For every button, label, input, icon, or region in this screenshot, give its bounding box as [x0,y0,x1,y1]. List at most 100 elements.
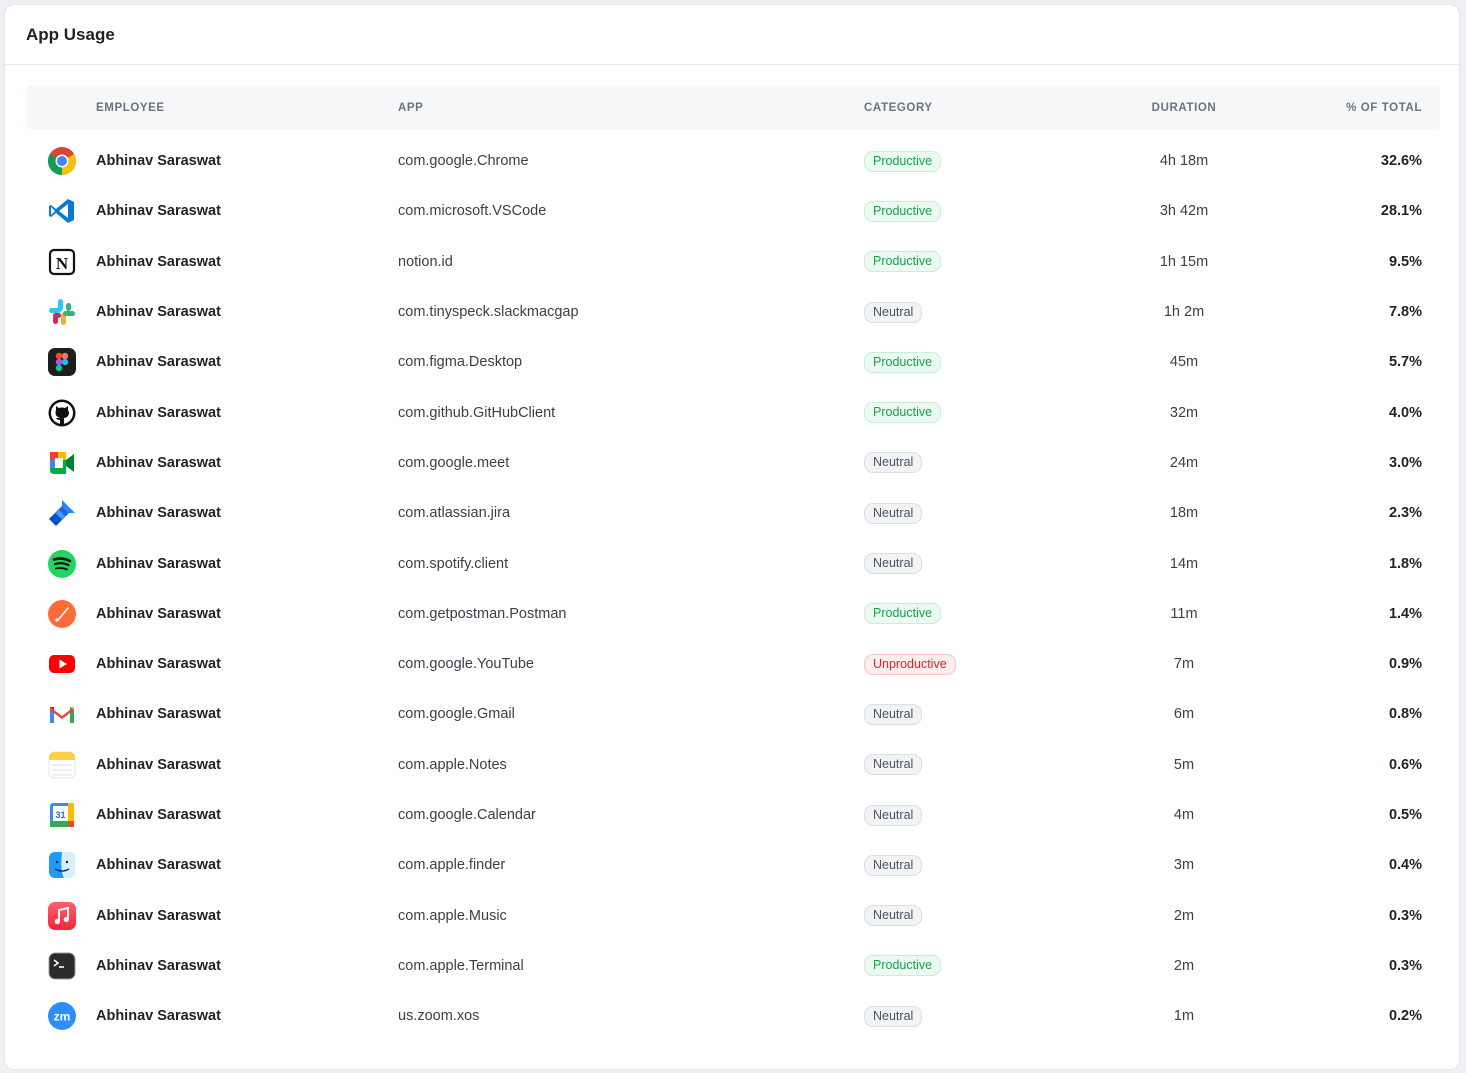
table-row[interactable]: Abhinav Saraswat com.github.GitHubClient… [26,387,1440,437]
pct-of-total: 9.5% [1388,253,1422,270]
gmail-icon [26,699,96,729]
duration: 7m [1173,656,1195,673]
pct-of-total: 1.8% [1388,555,1422,572]
employee-name: Abhinav Saraswat [96,807,221,823]
table-row[interactable]: Abhinav Saraswat com.google.meet Neutral… [26,438,1440,488]
vscode-icon [26,196,96,226]
table-row[interactable]: Abhinav Saraswat com.google.Gmail Neutra… [26,689,1440,739]
duration: 1h 15m [1159,253,1209,270]
app-bundle-id: com.google.Calendar [398,807,536,823]
category-badge: Neutral [864,452,923,474]
app-bundle-id: com.figma.Desktop [398,354,523,371]
duration: 24m [1169,454,1199,471]
table-row[interactable]: Abhinav Saraswat com.google.YouTube Unpr… [26,639,1440,689]
apple-music-icon [26,901,96,931]
spotify-icon [26,549,96,579]
pct-of-total: 0.2% [1388,1008,1422,1025]
employee-name: Abhinav Saraswat [96,203,221,220]
table-row[interactable]: Abhinav Saraswat com.microsoft.VSCode Pr… [26,186,1440,236]
app-bundle-id: com.atlassian.jira [398,505,511,522]
table-body: Abhinav Saraswat com.google.Chrome Produ… [26,129,1440,1041]
header-employee[interactable]: EMPLOYEE [96,102,398,114]
table-row[interactable]: Abhinav Saraswat com.google.Chrome Produ… [26,136,1440,186]
table-row[interactable]: Abhinav Saraswat com.atlassian.jira Neut… [26,488,1440,538]
employee-name: Abhinav Saraswat [96,605,221,622]
category-cell: Neutral [864,553,1084,575]
category-cell: Neutral [864,854,1084,876]
app-bundle-id: com.getpostman.Postman [398,605,567,622]
category-cell: Productive [864,150,1084,172]
category-badge: Productive [864,150,942,172]
app-bundle-id: com.microsoft.VSCode [398,203,547,220]
table-row[interactable]: 31 Abhinav Saraswat com.google.Calendar … [26,790,1440,840]
app-bundle-id: com.apple.finder [398,857,506,874]
notes-icon [26,750,96,780]
app-bundle-id: com.apple.Music [398,907,507,924]
pct-of-total: 0.8% [1388,706,1422,723]
employee-name: Abhinav Saraswat [96,857,221,874]
jira-icon [26,498,96,528]
duration: 4h 18m [1159,153,1209,170]
app-bundle-id: com.google.meet [398,454,510,471]
employee-name: Abhinav Saraswat [96,404,221,421]
pct-of-total: 0.3% [1388,957,1422,974]
pct-of-total: 0.4% [1388,857,1422,874]
category-badge: Neutral [864,703,923,725]
table-row[interactable]: Abhinav Saraswat com.figma.Desktop Produ… [26,337,1440,387]
category-badge: Neutral [864,905,923,927]
app-bundle-id: com.apple.Terminal [398,957,524,974]
employee-name: Abhinav Saraswat [96,756,221,773]
chrome-icon [26,146,96,176]
table-row[interactable]: Abhinav Saraswat com.spotify.client Neut… [26,538,1440,588]
category-badge: Neutral [864,301,923,323]
pct-of-total: 28.1% [1380,203,1422,220]
category-cell: Neutral [864,452,1084,474]
figma-icon [26,347,96,377]
table-row[interactable]: Abhinav Saraswat com.apple.finder Neutra… [26,840,1440,890]
pct-of-total: 3.0% [1388,454,1422,471]
pct-of-total: 1.4% [1388,605,1422,622]
pct-of-total: 7.8% [1388,304,1422,321]
table-row[interactable]: N Abhinav Saraswat notion.id Productive … [26,237,1440,287]
header-category[interactable]: CATEGORY [864,102,1084,114]
pct-of-total: 5.7% [1388,354,1422,371]
category-badge: Productive [864,251,942,273]
category-cell: Neutral [864,502,1084,524]
header-pct-of-total[interactable]: % OF TOTAL [1284,102,1440,114]
duration: 2m [1173,957,1195,974]
table-row[interactable]: Abhinav Saraswat com.apple.Terminal Prod… [26,941,1440,991]
table-header: EMPLOYEE APP CATEGORY DURATION % OF TOTA… [26,86,1440,129]
table-row[interactable]: Abhinav Saraswat com.apple.Music Neutral… [26,890,1440,940]
employee-name: Abhinav Saraswat [96,454,221,471]
category-badge: Neutral [864,754,923,776]
duration: 3m [1173,857,1195,874]
header-duration[interactable]: DURATION [1084,102,1284,114]
category-badge: Neutral [864,1005,923,1027]
app-bundle-id: com.google.Gmail [398,706,515,723]
employee-name: Abhinav Saraswat [96,505,221,522]
employee-name: Abhinav Saraswat [96,706,221,723]
duration: 3h 42m [1159,203,1209,220]
category-badge: Productive [864,200,942,222]
duration: 1m [1173,1008,1195,1025]
app-bundle-id: us.zoom.xos [398,1008,480,1025]
header-app[interactable]: APP [398,102,864,114]
category-badge: Productive [864,955,942,977]
category-cell: Neutral [864,905,1084,927]
pct-of-total: 0.6% [1388,756,1422,773]
table-row[interactable]: Abhinav Saraswat com.apple.Notes Neutral… [26,740,1440,790]
table-row[interactable]: zm Abhinav Saraswat us.zoom.xos Neutral … [26,991,1440,1041]
pct-of-total: 4.0% [1388,404,1422,421]
table-row[interactable]: Abhinav Saraswat com.getpostman.Postman … [26,589,1440,639]
duration: 4m [1173,807,1195,823]
app-usage-table: EMPLOYEE APP CATEGORY DURATION % OF TOTA… [26,86,1440,1041]
category-badge: Neutral [864,553,923,575]
app-usage-card: App Usage EMPLOYEE APP CATEGORY DURATION… [4,4,1460,1070]
category-badge: Productive [864,603,942,625]
svg-text:31: 31 [55,810,65,820]
app-bundle-id: com.apple.Notes [398,756,507,773]
category-cell: Productive [864,351,1084,373]
employee-name: Abhinav Saraswat [96,1008,221,1025]
table-row[interactable]: Abhinav Saraswat com.tinyspeck.slackmacg… [26,287,1440,337]
zoom-icon: zm [26,1001,96,1031]
